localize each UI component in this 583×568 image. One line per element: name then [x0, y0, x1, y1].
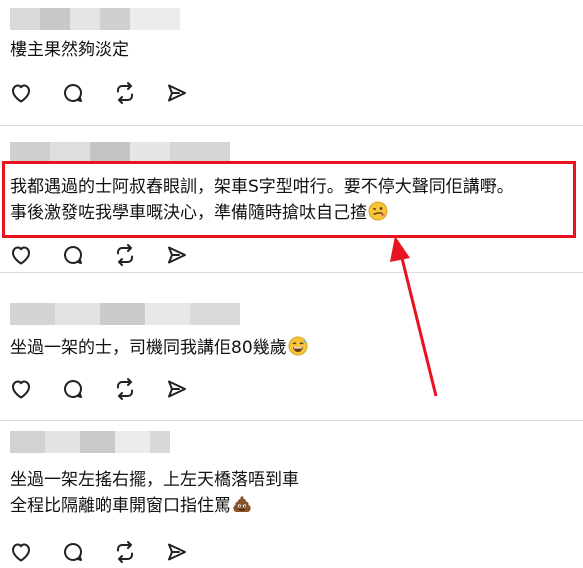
post-text-line: 全程比隔離啲車開窗口指住罵	[10, 496, 231, 516]
post-text-line: 樓主果然夠淡定	[10, 40, 129, 60]
send-icon[interactable]	[164, 539, 190, 565]
post-text: 坐過一架的士，司機同我講佢80幾歲	[10, 335, 308, 361]
highlight-box	[2, 161, 576, 238]
send-icon[interactable]	[164, 242, 190, 268]
comment-bubble-icon[interactable]	[60, 539, 86, 565]
repost-icon[interactable]	[112, 242, 138, 268]
repost-icon[interactable]	[112, 376, 138, 402]
heart-icon[interactable]	[8, 80, 34, 106]
comment-bubble-icon[interactable]	[60, 242, 86, 268]
action-bar	[8, 539, 216, 565]
repost-icon[interactable]	[112, 539, 138, 565]
action-bar	[8, 242, 216, 268]
post-text: 樓主果然夠淡定	[10, 37, 129, 63]
pile-of-poo-emoji	[233, 496, 251, 512]
send-icon[interactable]	[164, 80, 190, 106]
post-text-line-wrap: 全程比隔離啲車開窗口指住罵	[10, 493, 299, 519]
post-text: 坐過一架左搖右擺，上左天橋落唔到車 全程比隔離啲車開窗口指住罵	[10, 467, 299, 519]
post-4: 坐過一架左搖右擺，上左天橋落唔到車 全程比隔離啲車開窗口指住罵	[0, 420, 583, 568]
post-text-line: 坐過一架的士，司機同我講佢80幾歲	[10, 338, 287, 358]
action-bar	[8, 80, 216, 106]
grinning-sweat-emoji	[288, 336, 308, 356]
username-blurred[interactable]	[10, 303, 240, 325]
heart-icon[interactable]	[8, 242, 34, 268]
comment-bubble-icon[interactable]	[60, 80, 86, 106]
post-text-line-wrap: 坐過一架的士，司機同我講佢80幾歲	[10, 335, 308, 361]
username-blurred[interactable]	[10, 431, 170, 453]
heart-icon[interactable]	[8, 376, 34, 402]
action-bar	[8, 376, 216, 402]
post-1: 樓主果然夠淡定	[0, 0, 583, 125]
username-blurred[interactable]	[10, 8, 180, 30]
heart-icon[interactable]	[8, 539, 34, 565]
send-icon[interactable]	[164, 376, 190, 402]
post-text-line: 坐過一架左搖右擺，上左天橋落唔到車	[10, 470, 299, 490]
comment-bubble-icon[interactable]	[60, 376, 86, 402]
post-3: 坐過一架的士，司機同我講佢80幾歲	[0, 272, 583, 421]
repost-icon[interactable]	[112, 80, 138, 106]
